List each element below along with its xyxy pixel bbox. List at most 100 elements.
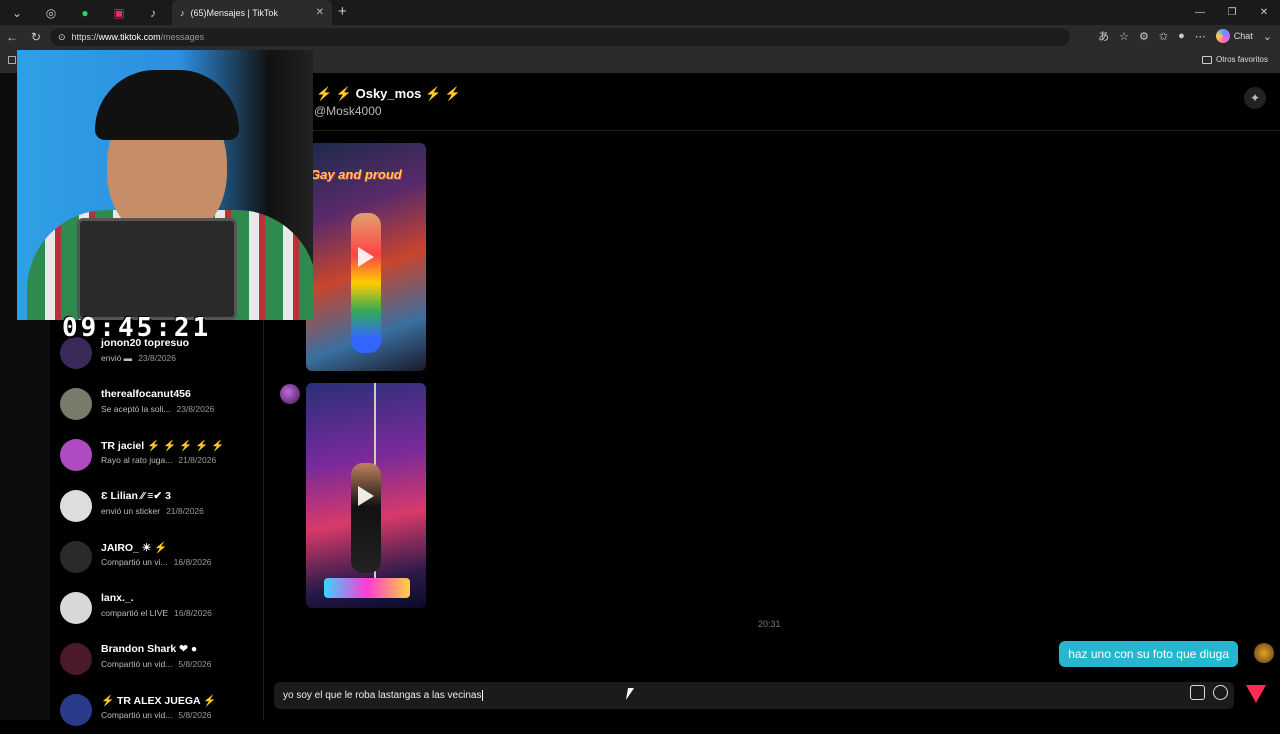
video-caption: Gay and proud [310,167,402,182]
tab-list-icon[interactable]: ⌄ [0,0,34,25]
video-figure [351,463,381,573]
conversation-name: lanx._. [101,592,134,604]
conversation-date: 23/8/2026 [176,404,215,414]
conversation-preview-text: envió ▬ [101,353,133,363]
conversation-preview-text: Compartió un vid... [101,710,173,720]
conversation-item[interactable]: Ɛ Lilian ⁄⁄ ≡✔ 3 envió un sticker 21/8/202… [60,484,260,530]
conversation-name: therealfocanut456 [101,388,191,400]
video-message[interactable]: Gay and proud [306,143,426,371]
pin-icon[interactable]: ✦ [1244,87,1266,109]
conversation-avatar [60,388,92,420]
conversation-item[interactable]: TR jaciel ⚡ ⚡ ⚡ ⚡ ⚡ Rayo al rato juga... 2… [60,433,260,479]
conversation-name: Brandon Shark ❤ ● [101,643,198,655]
conversation-date: 5/8/2026 [178,659,212,669]
sticker-icon[interactable] [1190,685,1205,700]
message-input-text: yo soy el que le roba lastangas a las ve… [283,690,482,701]
favorites-icon[interactable]: ✩ [1159,30,1168,43]
conversation-item[interactable]: JAIRO_ ☀ ⚡ Compartió un vi... 16/8/2026 [60,535,260,581]
back-icon[interactable]: ← [0,30,24,44]
text-caret [482,690,484,701]
extensions-icon[interactable]: ⚙ [1139,30,1149,43]
active-tab[interactable]: ♪ (65)Mensajes | TikTok ✕ [172,0,332,25]
whatsapp-tab-icon[interactable]: ● [68,0,102,25]
browser-tab-bar: ⌄ ◎ ● ▣ ♪ ♪ (65)Mensajes | TikTok ✕ + — … [0,0,1280,25]
message-input[interactable]: yo soy el que le roba lastangas a las ve… [274,682,1234,709]
conversation-preview-text: envió un sticker [101,506,161,516]
conversation-date: 16/8/2026 [174,608,212,618]
play-icon[interactable] [358,485,374,506]
address-bar-row: ← ↻ ⊙ https://www.tiktok.com/messages あ … [0,25,1280,49]
refresh-icon[interactable]: ↻ [24,30,48,44]
conversation-date: 16/8/2026 [173,557,212,567]
conversation-preview: Compartió un vi... 16/8/2026 [101,557,211,567]
url-scheme: https:// [71,32,99,42]
star-icon[interactable]: ☆ [1119,30,1129,43]
conversation-avatar [60,694,92,726]
conversation-avatar [60,541,92,573]
url-host: www.tiktok.com [98,32,161,42]
my-avatar[interactable] [1254,643,1274,663]
folder-icon [1201,55,1212,64]
chat-header: ⚡ ⚡ Osky_mos ⚡ ⚡ @Mosk4000 ✦ [264,73,1280,131]
translate-icon[interactable]: あ [1098,28,1109,44]
video-stage [324,578,410,598]
conversation-preview: Compartió un vid... 5/8/2026 [101,710,211,720]
url-field[interactable]: ⊙ https://www.tiktok.com/messages [50,28,1070,46]
conversation-date: 21/8/2026 [178,455,217,465]
sender-avatar[interactable] [280,384,300,404]
new-tab-icon[interactable]: + [338,3,347,20]
conversation-preview-text: Compartió un vid... [101,659,173,669]
sidebar-toggle-icon[interactable] [8,56,16,64]
other-favorites[interactable]: Otros favoritos [1201,55,1268,64]
send-icon[interactable] [1246,685,1266,703]
chat-title[interactable]: ⚡ ⚡ Osky_mos ⚡ ⚡ [316,86,461,102]
conversation-preview: envió un sticker 21/8/2026 [101,506,204,516]
close-tab-icon[interactable]: ✕ [316,7,324,18]
close-window-icon[interactable]: ✕ [1248,7,1280,18]
message-timestamp: 20:31 [758,619,781,629]
conversation-item[interactable]: Brandon Shark ❤ ● Compartió un vid... 5/8/… [60,637,260,683]
minimize-icon[interactable]: — [1184,7,1216,18]
chevron-down-icon[interactable]: ⌄ [1263,30,1272,43]
tiktok-favicon-icon: ♪ [180,7,185,18]
video-message[interactable] [306,383,426,608]
bolt-icon: ⚡ ⚡ [421,86,461,101]
tab-title: (65)Mensajes | TikTok [190,7,278,18]
globe-tab-icon[interactable]: ◎ [34,0,68,25]
conversation-preview: Se aceptó la soli... 23/8/2026 [101,404,214,414]
emoji-icon[interactable] [1213,685,1228,700]
conversation-name: TR jaciel ⚡ ⚡ ⚡ ⚡ ⚡ [101,440,225,452]
conversation-item[interactable]: lanx._. compartió el LIVE 16/8/2026 [60,586,260,632]
more-icon[interactable]: ⋯ [1195,30,1206,43]
chat-label: Chat [1233,31,1253,41]
sent-message-bubble[interactable]: haz uno con su foto que diuga [1059,641,1238,667]
composer-tools [1190,685,1228,700]
conversation-preview: Compartió un vid... 5/8/2026 [101,659,211,669]
conversation-item[interactable]: therealfocanut456 Se aceptó la soli... 23/… [60,382,260,428]
conversation-preview: envió ▬ 23/8/2026 [101,353,176,363]
lock-icon: ⊙ [58,31,66,42]
copilot-chat-button[interactable]: Chat [1215,29,1253,43]
instagram-tab-icon[interactable]: ▣ [102,0,136,25]
chat-name: Osky_mos [355,86,422,101]
conversation-name: Ɛ Lilian ⁄⁄ ≡✔ 3 [101,490,171,502]
conversation-preview-text: Compartió un vi... [101,557,168,567]
bolt-icon: ⚡ ⚡ [316,86,356,101]
tiktok-tab-icon[interactable]: ♪ [136,0,170,25]
conversation-avatar [60,643,92,675]
conversation-avatar [60,490,92,522]
webcam-overlay [17,50,313,320]
chat-panel: ⚡ ⚡ Osky_mos ⚡ ⚡ @Mosk4000 ✦ Gay and pro… [264,73,1280,720]
conversation-item[interactable]: ⚡ TR ALEX JUEGA ⚡ Compartió un vid... 5/8/… [60,688,260,734]
play-icon[interactable] [358,247,374,267]
restore-icon[interactable]: ❐ [1216,7,1248,18]
conversation-avatar [60,439,92,471]
profile-avatar[interactable]: ● [1178,30,1185,42]
conversation-date: 21/8/2026 [166,506,204,516]
copilot-icon [1215,29,1230,43]
conversation-date: 23/8/2026 [138,353,177,363]
conversation-preview-text: Se aceptó la soli... [101,404,171,414]
conversation-preview-text: Rayo al rato juga... [101,455,173,465]
window-controls: — ❐ ✕ [1184,0,1280,25]
conversation-preview-text: compartió el LIVE [101,608,169,618]
